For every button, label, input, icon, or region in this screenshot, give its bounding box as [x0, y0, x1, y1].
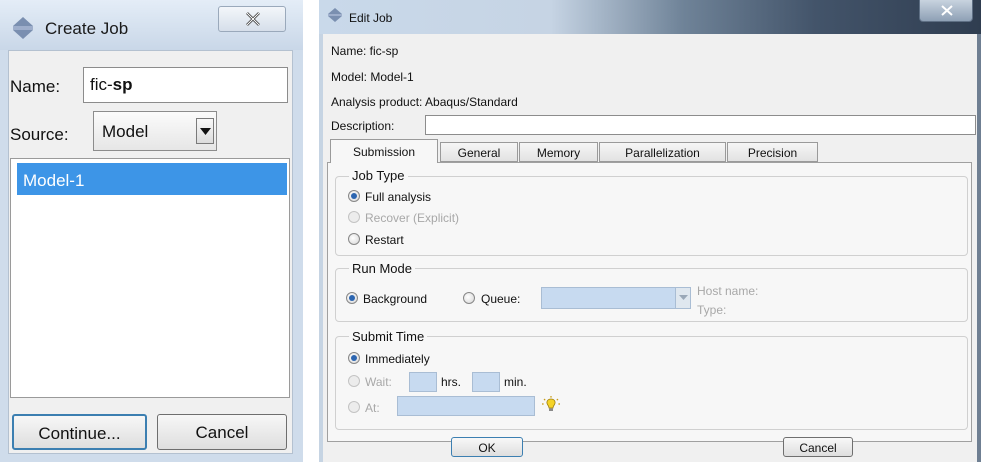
- background-label: Background: [363, 292, 428, 306]
- screen: Create Job Name: fic-sp Source: Model Mo…: [0, 0, 981, 462]
- source-dropdown-button[interactable]: [196, 118, 214, 144]
- at-radio[interactable]: [348, 401, 360, 413]
- full-analysis-radio[interactable]: [348, 190, 360, 202]
- cancel-button[interactable]: Cancel: [157, 414, 287, 450]
- restart-label: Restart: [365, 233, 404, 247]
- immediately-label: Immediately: [365, 352, 430, 366]
- host-name-label: Host name:: [697, 284, 759, 298]
- description-input[interactable]: [425, 115, 976, 135]
- source-value: Model: [102, 122, 149, 141]
- queue-dropdown-button[interactable]: [675, 288, 690, 308]
- tab-submission[interactable]: Submission: [330, 139, 438, 163]
- window-frame: [319, 34, 323, 462]
- create-job-dialog: Create Job Name: fic-sp Source: Model Mo…: [0, 0, 303, 462]
- recover-explicit-label: Recover (Explicit): [365, 211, 460, 225]
- type-label: Type:: [697, 303, 727, 317]
- close-button[interactable]: [218, 6, 286, 32]
- analysis-product-line: Analysis product: Abaqus/Standard: [331, 95, 518, 109]
- separator: [303, 0, 319, 462]
- at-time-input[interactable]: [397, 396, 535, 416]
- submit-time-title: Submit Time: [349, 329, 428, 344]
- cancel-button[interactable]: Cancel: [783, 437, 853, 457]
- chevron-down-icon: [679, 295, 688, 300]
- queue-label: Queue:: [481, 292, 521, 306]
- close-icon: [941, 5, 953, 16]
- create-job-title: Create Job: [45, 19, 129, 38]
- tab-parallelization[interactable]: Parallelization: [599, 142, 726, 162]
- ok-button[interactable]: OK: [451, 437, 523, 457]
- lightbulb-icon[interactable]: [541, 396, 561, 419]
- run-mode-title: Run Mode: [349, 261, 415, 276]
- source-label: Source:: [10, 125, 69, 144]
- hrs-label: hrs.: [441, 375, 462, 389]
- wait-hours-input[interactable]: [409, 372, 437, 392]
- create-job-titlebar[interactable]: Create Job: [0, 0, 303, 50]
- close-icon: [246, 12, 260, 26]
- wait-label: Wait:: [365, 375, 392, 389]
- tab-general[interactable]: General: [440, 142, 518, 162]
- recover-explicit-radio[interactable]: [348, 211, 360, 223]
- min-label: min.: [504, 375, 527, 389]
- continue-button[interactable]: Continue...: [12, 414, 147, 450]
- chevron-down-icon: [200, 128, 211, 135]
- name-label: Name:: [10, 77, 61, 96]
- tab-precision[interactable]: Precision: [727, 142, 818, 162]
- move-arrows-icon: [327, 8, 343, 27]
- wait-minutes-input[interactable]: [472, 372, 500, 392]
- job-type-title: Job Type: [349, 168, 408, 183]
- wait-radio[interactable]: [348, 375, 360, 387]
- close-button[interactable]: [919, 0, 973, 22]
- name-input[interactable]: fic-sp: [83, 67, 288, 103]
- job-name-line: Name: fic-sp: [331, 44, 399, 58]
- name-value-bold: sp: [112, 75, 133, 94]
- window-frame: [977, 34, 981, 462]
- name-value-prefix: fic-: [90, 75, 113, 94]
- edit-job-titlebar[interactable]: Edit Job: [319, 0, 981, 34]
- restart-radio[interactable]: [348, 233, 360, 245]
- model-line: Model: Model-1: [331, 70, 414, 84]
- move-arrows-icon: [10, 16, 36, 45]
- model-list[interactable]: Model-1: [10, 158, 290, 398]
- full-analysis-label: Full analysis: [365, 190, 432, 204]
- at-label: At:: [365, 401, 380, 415]
- list-item[interactable]: Model-1: [17, 163, 287, 195]
- immediately-radio[interactable]: [348, 352, 360, 364]
- queue-radio[interactable]: [463, 292, 475, 304]
- tab-memory[interactable]: Memory: [519, 142, 598, 162]
- description-label: Description:: [331, 119, 395, 133]
- background-radio[interactable]: [346, 292, 358, 304]
- queue-select[interactable]: [541, 287, 691, 309]
- edit-job-title: Edit Job: [349, 11, 393, 25]
